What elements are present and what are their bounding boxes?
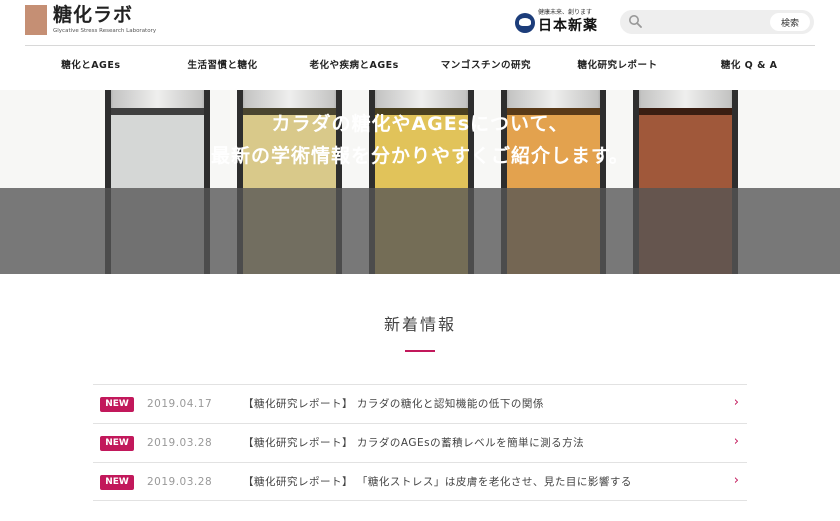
new-badge: NEW (100, 475, 134, 490)
news-list: NEW 2019.04.17 【糖化研究レポート】 カラダの糖化と認知機能の低下… (93, 384, 747, 501)
hero-caption-band (0, 188, 840, 274)
news-headline[interactable]: 【糖化研究レポート】 カラダの糖化と認知機能の低下の関係 (243, 396, 544, 412)
news-title-underline (405, 350, 435, 352)
sponsor-name[interactable]: 日本新薬 (538, 17, 598, 35)
logo-title[interactable]: 糖化ラボ (53, 3, 133, 27)
news-date: 2019.03.28 (147, 437, 213, 449)
news-item[interactable]: NEW 2019.03.28 【糖化研究レポート】 カラダのAGEsの蓄積レベル… (93, 423, 747, 462)
news-section-title: 新着情報 (383, 315, 456, 334)
news-item[interactable]: NEW 2019.03.28 【糖化研究レポート】 「糖化ストレス」は皮膚を老化… (93, 462, 747, 501)
nav-item-research-report[interactable]: 糖化研究レポート (552, 46, 684, 90)
search-box: 検索 (620, 10, 814, 34)
sponsor-logo-icon[interactable] (515, 13, 535, 33)
main-nav: 糖化とAGEs 生活習慣と糖化 老化や疾病とAGEs マンゴスチンの研究 糖化研… (25, 46, 815, 90)
chevron-right-icon: › (733, 473, 739, 488)
nav-item-aging-disease[interactable]: 老化や疾病とAGEs (288, 46, 420, 90)
logo-subtitle: Glycative Stress Research Laboratory (53, 28, 157, 34)
site-header: 糖化ラボ Glycative Stress Research Laborator… (0, 0, 840, 46)
nav-item-lifestyle[interactable]: 生活習慣と糖化 (157, 46, 289, 90)
chevron-right-icon: › (733, 434, 739, 449)
search-input[interactable] (646, 13, 758, 31)
new-badge: NEW (100, 436, 134, 451)
nav-item-qa[interactable]: 糖化 Q & A (683, 46, 815, 90)
search-button[interactable]: 検索 (770, 13, 810, 31)
search-icon (629, 15, 642, 28)
hero-headline-line1: カラダの糖化やAGEsについて、 (271, 113, 569, 135)
nav-item-glycation-ages[interactable]: 糖化とAGEs (25, 46, 157, 90)
hero-headline-line2: 最新の学術情報を分かりやすくご紹介します。 (210, 145, 630, 167)
news-date: 2019.03.28 (147, 476, 213, 488)
sponsor-tagline: 健康未来、創ります (538, 9, 593, 16)
news-headline[interactable]: 【糖化研究レポート】 「糖化ストレス」は皮膚を老化させ、見た目に影響する (243, 474, 632, 490)
chevron-right-icon: › (733, 395, 739, 410)
new-badge: NEW (100, 397, 134, 412)
nav-item-mangosteen[interactable]: マンゴスチンの研究 (420, 46, 552, 90)
news-item[interactable]: NEW 2019.04.17 【糖化研究レポート】 カラダの糖化と認知機能の低下… (93, 384, 747, 423)
news-headline[interactable]: 【糖化研究レポート】 カラダのAGEsの蓄積レベルを簡単に測る方法 (243, 435, 584, 451)
logo-mark[interactable] (25, 5, 47, 35)
news-date: 2019.04.17 (147, 398, 213, 410)
